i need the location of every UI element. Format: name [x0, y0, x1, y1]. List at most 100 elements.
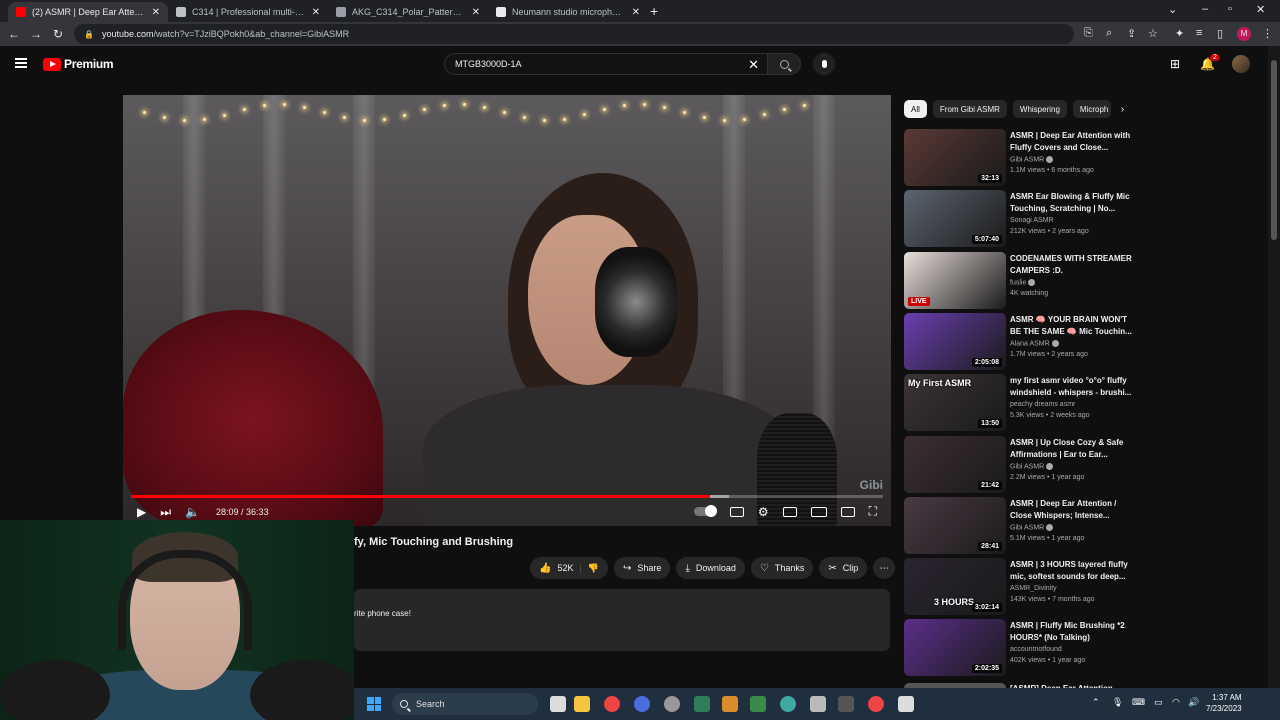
display-icon[interactable]: ▭: [1154, 697, 1163, 708]
bookmark-star-icon[interactable]: ☆: [1148, 27, 1158, 40]
clip-button[interactable]: ✂ Clip: [819, 557, 868, 579]
app-icon[interactable]: [634, 696, 650, 712]
video-description[interactable]: rite phone case!: [354, 589, 890, 651]
maximize-icon[interactable]: ▫: [1228, 3, 1232, 15]
thumbs-down-icon[interactable]: 👎: [588, 563, 599, 574]
recommended-title[interactable]: ASMR Ear Blowing & Fluffy Mic Touching, …: [1010, 191, 1134, 215]
channel-name-text[interactable]: ASMR_Divinity: [1010, 585, 1057, 592]
channel-name-text[interactable]: Alana ASMR: [1010, 340, 1050, 347]
video-thumbnail[interactable]: 28:41: [904, 496, 1006, 554]
share-page-icon[interactable]: ⇪: [1127, 27, 1136, 40]
recommended-video[interactable]: 32:13 ASMR | Deep Ear Attention with Fluf…: [904, 129, 1144, 187]
recommended-video[interactable]: 5:07:40 ASMR Ear Blowing & Fluffy Mic Tou…: [904, 190, 1144, 248]
channel-name-text[interactable]: accountnotfound: [1010, 646, 1062, 653]
chips-next-icon[interactable]: ›: [1121, 104, 1124, 115]
app-icon-5[interactable]: [780, 696, 796, 712]
close-window-icon[interactable]: ✕: [1256, 3, 1265, 16]
forward-icon[interactable]: →: [25, 27, 47, 41]
fullscreen-icon[interactable]: ⛶: [869, 504, 877, 519]
minimize-icon[interactable]: –: [1202, 3, 1208, 15]
video-thumbnail[interactable]: 21:42: [904, 435, 1006, 493]
obs-icon[interactable]: [664, 696, 680, 712]
channel-name-text[interactable]: Sonagi ASMR: [1010, 217, 1054, 224]
recommended-video[interactable]: 3 HOURS 3:02:14 ASMR | 3 HOURS layered flu…: [904, 558, 1144, 616]
channel-name-text[interactable]: fuslie: [1010, 279, 1026, 286]
app-icon-7[interactable]: [898, 696, 914, 712]
youtube-premium-logo[interactable]: Premium: [43, 57, 114, 71]
channel-name-text[interactable]: Gibi ASMR: [1010, 156, 1044, 163]
reading-list-icon[interactable]: ≡: [1196, 27, 1202, 39]
cast-icon[interactable]: ⎘: [1084, 27, 1093, 40]
terminal-icon[interactable]: [838, 696, 854, 712]
search-input[interactable]: MTGB3000D-1A ✕: [444, 53, 768, 75]
video-thumbnail[interactable]: 5:07:40: [904, 190, 1006, 248]
recommended-title[interactable]: ASMR | Up Close Cozy & Safe Affirmations…: [1010, 437, 1134, 461]
voice-search-button[interactable]: [813, 53, 835, 75]
filter-chip[interactable]: From Gibi ASMR: [932, 100, 1007, 118]
clear-search-icon[interactable]: ✕: [748, 57, 759, 73]
taskbar-search[interactable]: Search: [392, 693, 538, 715]
recommended-video[interactable]: 28:41 ASMR | Deep Ear Attention / Close W…: [904, 496, 1144, 555]
extensions-icon[interactable]: ✦: [1175, 27, 1184, 40]
windows-start-icon[interactable]: [367, 697, 381, 711]
speaker-icon[interactable]: 🔊: [1188, 697, 1199, 708]
more-actions-button[interactable]: ⋯: [873, 557, 896, 579]
new-tab-button[interactable]: +: [650, 3, 658, 19]
recommended-title[interactable]: ASMR | Deep Ear Attention with Fluffy Co…: [1010, 130, 1134, 154]
wifi-icon[interactable]: ◠: [1172, 697, 1180, 708]
close-tab-icon[interactable]: ✕: [632, 7, 640, 18]
app-icon-4[interactable]: [750, 696, 766, 712]
recommended-video[interactable]: 2:02:35 ASMR | Fluffy Mic Brushing *2 HOU…: [904, 619, 1144, 677]
chrome-active-icon[interactable]: [868, 696, 884, 712]
tray-mic-icon[interactable]: 🎙: [1112, 697, 1123, 708]
cast-to-tv-icon[interactable]: [840, 506, 855, 517]
recommended-title[interactable]: ASMR | Fluffy Mic Brushing *2 HOURS* (No…: [1010, 620, 1134, 644]
recommended-title[interactable]: ASMR 🧠 YOUR BRAIN WON'T BE THE SAME 🧠 Mi…: [1010, 314, 1134, 338]
video-thumbnail[interactable]: 3 HOURS 3:02:14: [904, 558, 1006, 616]
page-scrollbar[interactable]: [1268, 46, 1280, 688]
app-icon-6[interactable]: [810, 696, 826, 712]
create-video-icon[interactable]: ⊞: [1170, 57, 1180, 71]
miniplayer-icon[interactable]: [782, 506, 797, 517]
browser-tab[interactable]: C314 | Professional multi-pattern ✕: [168, 2, 328, 22]
chrome-icon[interactable]: [604, 696, 620, 712]
filter-chip[interactable]: Microph: [1072, 100, 1111, 118]
system-clock[interactable]: 1:37 AM 7/23/2023: [1206, 692, 1242, 714]
scrollbar-thumb[interactable]: [1271, 60, 1277, 240]
profile-avatar[interactable]: M: [1237, 27, 1251, 41]
browser-tab[interactable]: (2) ASMR | Deep Ear Attention - Y ✕: [8, 2, 168, 22]
hamburger-menu-icon[interactable]: [15, 58, 27, 68]
app-icon-2[interactable]: [694, 696, 710, 712]
recommended-title[interactable]: ASMR | Deep Ear Attention / Close Whispe…: [1010, 498, 1134, 522]
filter-chip[interactable]: Whispering: [1012, 100, 1067, 118]
recommended-video[interactable]: 21:42 ASMR | Up Close Cozy & Safe Affirma…: [904, 435, 1144, 494]
keyboard-icon[interactable]: ⌨: [1132, 697, 1145, 708]
theater-mode-icon[interactable]: [810, 506, 827, 517]
recommended-title[interactable]: CODENAMES WITH STREAMER CAMPERS :D.: [1010, 253, 1134, 277]
video-thumbnail[interactable]: LIVE: [904, 251, 1006, 309]
search-button[interactable]: [767, 53, 801, 75]
close-tab-icon[interactable]: ✕: [152, 7, 160, 18]
app-icon-3[interactable]: [722, 696, 738, 712]
download-button[interactable]: ⤓ Download: [676, 557, 745, 579]
like-button[interactable]: 👍 52K | 👎: [530, 557, 609, 579]
browser-tab[interactable]: Neumann studio microphone TLI ✕: [488, 2, 648, 22]
autoplay-toggle[interactable]: [693, 505, 717, 517]
browser-menu-icon[interactable]: ⋮: [1262, 27, 1273, 40]
video-thumbnail[interactable]: 2:05:08: [904, 312, 1006, 370]
file-explorer-icon[interactable]: [574, 696, 590, 712]
video-thumbnail[interactable]: My First ASMR 13:50: [904, 374, 1006, 432]
channel-name-text[interactable]: Gibi ASMR: [1010, 524, 1044, 531]
zoom-icon[interactable]: ⌕: [1106, 27, 1112, 40]
next-video-icon[interactable]: ⏭: [160, 505, 171, 520]
task-view-icon[interactable]: [550, 696, 566, 712]
address-bar[interactable]: 🔒 youtube.com/watch?v=TJziBQPokh0&ab_cha…: [74, 24, 1074, 44]
recommended-video[interactable]: My First ASMR 13:50 my first asmr video °o…: [904, 374, 1144, 432]
recommended-title[interactable]: ASMR | 3 HOURS layered fluffy mic, softe…: [1010, 559, 1134, 583]
thanks-button[interactable]: ♡ Thanks: [750, 557, 814, 579]
tab-search-chevron-icon[interactable]: ⌄: [1168, 3, 1177, 16]
tray-chevron-icon[interactable]: ⌃: [1092, 697, 1100, 708]
close-tab-icon[interactable]: ✕: [312, 7, 320, 18]
reload-icon[interactable]: ↻: [47, 27, 69, 41]
close-tab-icon[interactable]: ✕: [472, 7, 480, 18]
